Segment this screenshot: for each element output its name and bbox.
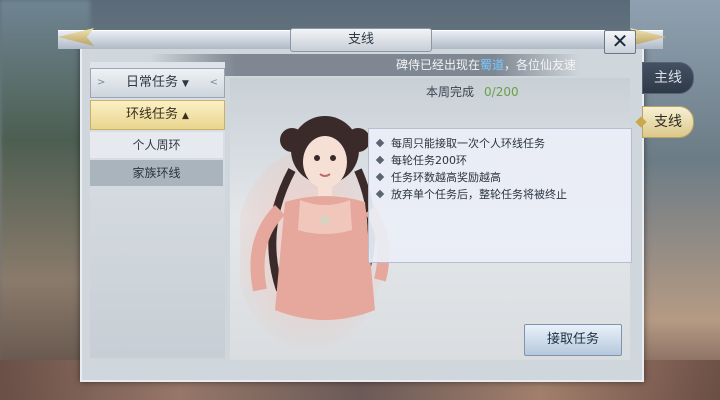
rule-item: 任务环数越高奖励越高 xyxy=(369,169,631,186)
diamond-bullet-icon xyxy=(375,155,385,165)
quest-category-menu: > 日常任务 ▼ < 环线任务 ▲ 个人周环 家族环线 xyxy=(90,62,225,358)
weekly-progress: 本周完成 0/200 xyxy=(426,85,519,99)
accept-quest-button[interactable]: 接取任务 xyxy=(524,324,622,356)
diamond-bullet-icon xyxy=(375,189,385,199)
rule-item: 每轮任务200环 xyxy=(369,152,631,169)
quest-rules-box: 每周只能接取一次个人环线任务 每轮任务200环 任务环数越高奖励越高 放弃单个任… xyxy=(368,128,632,263)
subitem-family-ring[interactable]: 家族环线 xyxy=(90,160,223,186)
weekly-count: 0/200 xyxy=(484,85,519,99)
category-label: 日常任务 xyxy=(126,75,179,90)
close-icon: ✕ xyxy=(611,29,629,53)
chevron-down-icon: ▼ xyxy=(182,79,189,89)
chevron-up-icon: ▲ xyxy=(182,111,189,121)
tab-side-quest[interactable]: 支线 xyxy=(635,106,694,138)
close-button[interactable]: ✕ xyxy=(604,30,636,54)
dialog-title: 支线 xyxy=(290,28,432,52)
announcement-text: 碑侍已经出现在蜀道，各位仙友速 xyxy=(395,58,576,72)
category-label: 环线任务 xyxy=(126,107,179,122)
rule-item: 每周只能接取一次个人环线任务 xyxy=(369,135,631,152)
announcement-location[interactable]: 蜀道 xyxy=(480,58,504,72)
expand-deco-right: < xyxy=(209,77,218,88)
diamond-bullet-icon xyxy=(375,172,385,182)
rule-item: 放弃单个任务后，整轮任务将被终止 xyxy=(369,186,631,203)
category-daily-quests[interactable]: > 日常任务 ▼ < xyxy=(90,68,225,98)
background-scenery-left xyxy=(0,0,90,400)
tab-main-quest[interactable]: 主线 xyxy=(642,62,694,94)
subitem-personal-weekly-ring[interactable]: 个人周环 xyxy=(90,132,223,158)
diamond-bullet-icon xyxy=(375,138,385,148)
category-ring-quests[interactable]: 环线任务 ▲ xyxy=(90,100,225,130)
expand-deco-left: > xyxy=(97,77,106,88)
